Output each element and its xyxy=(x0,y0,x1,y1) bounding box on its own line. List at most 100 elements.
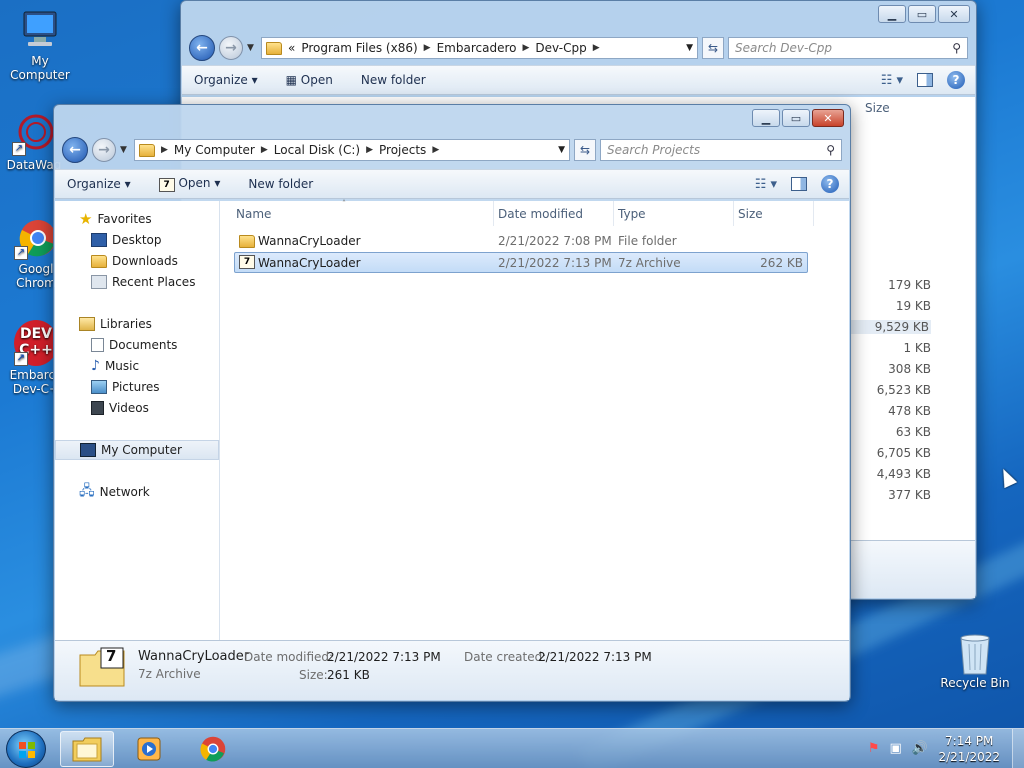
column-header-size[interactable]: Size xyxy=(865,101,890,115)
column-header-size[interactable]: Size xyxy=(734,201,814,226)
change-view-icon[interactable]: ☷ ▾ xyxy=(755,177,777,192)
desktop-icon-recycle-bin[interactable]: Recycle Bin xyxy=(935,630,1015,690)
organize-button[interactable]: Organize ▾ xyxy=(67,177,131,191)
breadcrumb-arrow-icon[interactable]: ▶ xyxy=(593,43,600,53)
taskbar-clock[interactable]: 7:14 PM 2/21/2022 xyxy=(938,733,1000,765)
close-button[interactable]: ✕ xyxy=(938,5,970,23)
volume-icon[interactable]: 🔊 xyxy=(912,741,928,756)
preview-pane-icon[interactable] xyxy=(791,177,807,191)
media-player-icon xyxy=(137,737,161,761)
open-button[interactable]: 7 Open ▾ xyxy=(158,176,220,192)
size-cell: 19 KB xyxy=(895,299,931,313)
address-dropdown-icon[interactable]: ▼ xyxy=(558,145,565,155)
history-dropdown-icon[interactable]: ▼ xyxy=(247,43,257,53)
table-row[interactable]: WannaCryLoader 2/21/2022 7:08 PM File fo… xyxy=(234,231,808,252)
breadcrumb-arrow-icon[interactable]: ▶ xyxy=(261,145,268,155)
taskbar-explorer-button[interactable] xyxy=(60,731,114,767)
file-name: WannaCryLoader xyxy=(258,234,361,248)
action-center-icon[interactable]: ⚑ xyxy=(868,741,880,756)
open-button[interactable]: ▦ Open xyxy=(286,73,333,87)
table-row[interactable]: 7 WannaCryLoader 2/21/2022 7:13 PM 7z Ar… xyxy=(234,252,808,273)
nav-my-computer[interactable]: My Computer xyxy=(55,440,219,460)
size-cell: 9,529 KB xyxy=(846,320,931,334)
help-icon[interactable]: ? xyxy=(947,71,965,89)
forward-arrow-icon[interactable]: → xyxy=(92,138,116,162)
nav-network[interactable]: 🖧 Network xyxy=(55,482,219,502)
close-button[interactable]: ✕ xyxy=(812,109,844,127)
nav-favorites[interactable]: ★ Favorites xyxy=(55,209,219,229)
system-tray: ⚑ ▣ 🔊 xyxy=(868,741,928,756)
breadcrumb-program-files[interactable]: Program Files (x86) xyxy=(301,41,417,55)
breadcrumb-arrow-icon[interactable]: ▶ xyxy=(366,145,373,155)
breadcrumb-arrow-icon[interactable]: ▶ xyxy=(161,145,168,155)
address-bar[interactable]: « Program Files (x86) ▶ Embarcadero ▶ De… xyxy=(261,37,698,59)
details-size-label: Size: xyxy=(299,668,328,682)
new-folder-button[interactable]: New folder xyxy=(248,177,313,191)
breadcrumb-local-disk[interactable]: Local Disk (C:) xyxy=(274,143,360,157)
breadcrumb-arrow-icon[interactable]: ▶ xyxy=(432,145,439,155)
search-input[interactable]: Search Projects ⚲ xyxy=(600,139,842,161)
breadcrumb-arrow-icon[interactable]: ▶ xyxy=(522,43,529,53)
taskbar: ⚑ ▣ 🔊 7:14 PM 2/21/2022 xyxy=(0,728,1024,768)
nav-downloads[interactable]: Downloads xyxy=(55,251,219,271)
nav-recent-places[interactable]: Recent Places xyxy=(55,272,219,292)
new-folder-button[interactable]: New folder xyxy=(361,73,426,87)
nav-videos[interactable]: Videos xyxy=(55,398,219,418)
network-icon[interactable]: ▣ xyxy=(890,741,902,756)
maximize-button[interactable]: ▭ xyxy=(782,109,810,127)
file-type: 7z Archive xyxy=(618,256,681,270)
preview-pane-icon[interactable] xyxy=(917,73,933,87)
history-dropdown-icon[interactable]: ▼ xyxy=(120,145,130,155)
explorer-window-projects[interactable]: ▁ ▭ ✕ ← → ▼ ▶ My Computer ▶ Local Disk (… xyxy=(53,104,851,702)
back-arrow-icon[interactable]: ← xyxy=(62,137,88,163)
breadcrumb-dev-cpp[interactable]: Dev-Cpp xyxy=(535,41,586,55)
breadcrumb-embarcadero[interactable]: Embarcadero xyxy=(437,41,517,55)
desktop-icon-my-computer[interactable]: My Computer xyxy=(0,8,80,82)
size-cell: 308 KB xyxy=(888,362,931,376)
nav-desktop[interactable]: Desktop xyxy=(55,230,219,250)
maximize-button[interactable]: ▭ xyxy=(908,5,936,23)
nav-music[interactable]: ♪ Music xyxy=(55,356,219,376)
address-bar[interactable]: ▶ My Computer ▶ Local Disk (C:) ▶ Projec… xyxy=(134,139,570,161)
show-desktop-button[interactable] xyxy=(1012,729,1024,768)
size-cell: 4,493 KB xyxy=(876,467,931,481)
taskbar-chrome-button[interactable] xyxy=(186,731,240,767)
details-created-value: 2/21/2022 7:13 PM xyxy=(538,650,652,664)
breadcrumb-my-computer[interactable]: My Computer xyxy=(174,143,255,157)
nav-libraries[interactable]: Libraries xyxy=(55,314,219,334)
column-header-name[interactable]: Name ˄ xyxy=(220,199,494,226)
file-date: 2/21/2022 7:13 PM xyxy=(498,256,612,270)
organize-button[interactable]: Organize ▾ xyxy=(194,73,258,87)
minimize-button[interactable]: ▁ xyxy=(878,5,906,23)
nav-pictures[interactable]: Pictures xyxy=(55,377,219,397)
details-modified-label: Date modified: xyxy=(244,650,334,664)
archive-icon: 7 xyxy=(158,178,175,192)
breadcrumb-arrow-icon[interactable]: ▶ xyxy=(424,43,431,53)
file-list[interactable]: Name ˄ Date modified Type Size WannaCryLo… xyxy=(220,199,849,640)
breadcrumb-overflow[interactable]: « xyxy=(288,41,295,55)
folder-icon xyxy=(266,41,282,55)
help-icon[interactable]: ? xyxy=(821,175,839,193)
libraries-icon xyxy=(79,317,95,331)
search-input[interactable]: Search Dev-Cpp ⚲ xyxy=(728,37,968,59)
nav-documents[interactable]: Documents xyxy=(55,335,219,355)
address-dropdown-icon[interactable]: ▼ xyxy=(686,43,693,53)
change-view-icon[interactable]: ☷ ▾ xyxy=(881,73,903,88)
column-header-date-modified[interactable]: Date modified xyxy=(494,201,614,226)
start-button[interactable] xyxy=(6,730,46,768)
mouse-cursor-icon xyxy=(996,465,1018,489)
back-arrow-icon[interactable]: ← xyxy=(189,35,215,61)
refresh-icon[interactable]: ⇆ xyxy=(702,37,724,59)
breadcrumb-projects[interactable]: Projects xyxy=(379,143,426,157)
column-header-type[interactable]: Type xyxy=(614,201,734,226)
documents-icon xyxy=(91,338,104,352)
size-cell: 1 KB xyxy=(903,341,931,355)
shortcut-arrow-icon: ↗ xyxy=(14,352,28,366)
minimize-button[interactable]: ▁ xyxy=(752,109,780,127)
taskbar-media-player-button[interactable] xyxy=(122,731,176,767)
star-icon: ★ xyxy=(79,210,93,228)
forward-arrow-icon[interactable]: → xyxy=(219,36,243,60)
search-icon: ⚲ xyxy=(952,41,961,55)
refresh-icon[interactable]: ⇆ xyxy=(574,139,596,161)
shortcut-arrow-icon: ↗ xyxy=(14,246,28,260)
